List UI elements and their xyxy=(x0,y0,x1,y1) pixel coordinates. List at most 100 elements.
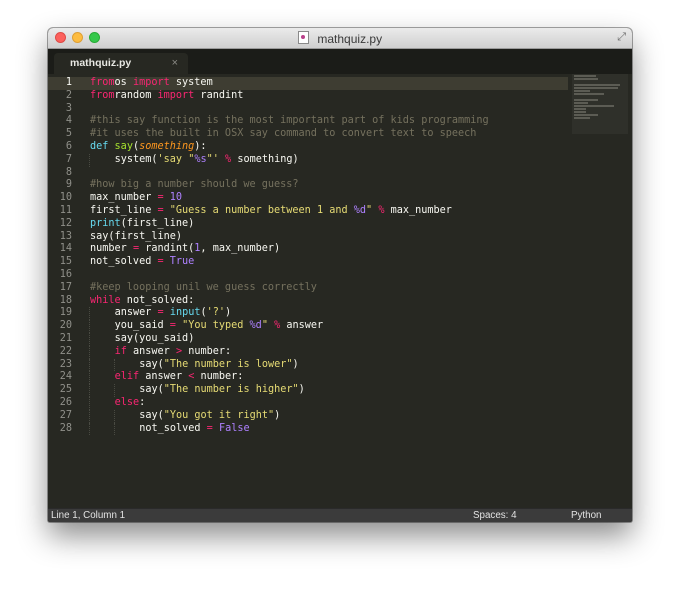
fullscreen-icon[interactable]: ⤢ xyxy=(617,31,626,44)
code-token: you_said xyxy=(114,320,170,332)
line-number: 18 xyxy=(59,294,72,306)
code-token: print xyxy=(90,217,121,229)
indent-guide xyxy=(89,422,90,436)
line-number: 2 xyxy=(65,89,72,101)
code-line[interactable]: else: xyxy=(89,396,566,410)
code-line[interactable]: say("The number is lower") xyxy=(89,358,566,372)
code-line[interactable]: max_number = 10 xyxy=(90,192,566,205)
indent-guide xyxy=(113,384,115,397)
code-line[interactable]: print(first_line) xyxy=(90,218,566,231)
code-token: say(first_line) xyxy=(90,230,183,242)
code-line[interactable]: if answer > number: xyxy=(89,345,566,359)
code-line[interactable]: elif answer < number: xyxy=(89,371,566,385)
tab-close-icon[interactable]: × xyxy=(172,53,178,74)
line-number: 25 xyxy=(59,384,72,396)
code-token: say( xyxy=(139,358,164,370)
code-line[interactable]: say("The number is higher") xyxy=(89,384,566,397)
line-number: 19 xyxy=(59,307,72,319)
line-number: 22 xyxy=(59,345,72,357)
code-token: say( xyxy=(139,384,164,396)
code-line[interactable] xyxy=(90,167,566,180)
code-token: answer xyxy=(280,320,324,332)
code-token: 10 xyxy=(169,192,183,204)
code-line[interactable]: you_said = "You typed %d" % answer xyxy=(89,320,566,333)
indent-guide xyxy=(89,396,90,410)
code-token: False xyxy=(218,422,250,434)
code-token: else xyxy=(114,396,140,408)
code-token: '?' xyxy=(206,307,226,319)
code-token: #keep looping unil we guess correctly xyxy=(90,281,317,293)
code-token: answer xyxy=(139,371,189,383)
indent-guide xyxy=(113,358,115,372)
code-token: "The number is higher" xyxy=(163,384,299,396)
code-token: True xyxy=(169,256,195,268)
indent-guide xyxy=(89,345,90,359)
code-area[interactable]: fromos import system fromrandom import ra… xyxy=(89,77,566,436)
code-line[interactable]: first_line = "Guess a number between 1 a… xyxy=(90,205,566,218)
minimap[interactable] xyxy=(572,74,628,134)
line-number: 27 xyxy=(59,409,72,421)
code-line[interactable]: def say(something): xyxy=(90,141,566,154)
code-line[interactable]: not_solved = False xyxy=(89,422,566,436)
line-number: 28 xyxy=(59,422,72,434)
window-title: mathquiz.py xyxy=(317,32,383,46)
window-title-group: mathquiz.py xyxy=(48,30,632,46)
line-number: 3 xyxy=(65,102,72,114)
line-number: 13 xyxy=(59,230,72,242)
line-number: 6 xyxy=(65,140,72,152)
code-line[interactable]: say(you_said) xyxy=(89,332,566,346)
line-number: 4 xyxy=(65,115,72,127)
code-line[interactable]: #this say function is the most important… xyxy=(90,115,566,128)
code-token: not_solved xyxy=(90,256,158,268)
code-token: #how big a number should we guess? xyxy=(90,179,299,191)
line-number: 11 xyxy=(59,204,72,216)
code-token: input xyxy=(169,307,201,319)
line-number: 16 xyxy=(59,268,72,280)
indent-guide xyxy=(89,409,90,423)
indentation-setting[interactable]: Spaces: 4 xyxy=(473,509,517,522)
code-line[interactable]: say(first_line) xyxy=(90,231,566,244)
tab-mathquiz[interactable]: mathquiz.py × xyxy=(54,53,188,74)
code-line[interactable]: while not_solved: xyxy=(90,295,566,308)
code-line[interactable]: #keep looping unil we guess correctly xyxy=(90,282,566,295)
code-token: randint xyxy=(194,89,244,101)
code-token: say( xyxy=(139,409,164,421)
code-line[interactable]: say("You got it right") xyxy=(89,409,566,423)
line-number: 23 xyxy=(59,358,72,370)
code-editor[interactable]: 1 2 3 4 5 6 7 8 9 10 11 12 13 14 15 16 17 18 19 20 21 22 23 24 2… xyxy=(48,74,632,508)
line-number: 1 xyxy=(65,77,72,88)
line-number: 7 xyxy=(65,153,72,165)
code-line[interactable]: #how big a number should we guess? xyxy=(90,179,566,192)
cursor-position[interactable]: Line 1, Column 1 xyxy=(51,509,125,522)
indent-guide xyxy=(113,409,115,423)
code-line[interactable]: #it uses the built in OSX say command to… xyxy=(90,128,566,141)
code-token: , max_number) xyxy=(200,243,281,255)
code-line[interactable] xyxy=(90,103,566,116)
code-line[interactable]: answer = input('?') xyxy=(89,307,566,321)
line-number: 26 xyxy=(59,396,72,408)
code-token: max_number xyxy=(90,192,158,204)
code-line[interactable]: number = randint(1, max_number) xyxy=(90,243,566,256)
code-line[interactable]: fromrandom import randint xyxy=(90,90,566,103)
code-token: "Guess a number between 1 and xyxy=(169,204,354,216)
code-token: if xyxy=(114,345,127,357)
line-number: 21 xyxy=(59,332,72,344)
code-token: #this say function is the most important… xyxy=(90,115,489,127)
syntax-mode[interactable]: Python xyxy=(571,509,602,522)
code-token: "You got it right" xyxy=(163,409,275,421)
code-token: number: xyxy=(182,345,232,357)
code-token: 'say " xyxy=(157,153,195,165)
line-number: 24 xyxy=(59,371,72,383)
code-token: from xyxy=(90,89,115,101)
code-token: randint( xyxy=(139,243,195,255)
tab-label: mathquiz.py xyxy=(70,57,132,69)
code-token: #it uses the built in OSX say command to… xyxy=(90,128,477,140)
code-line[interactable]: system('say "%s"' % something) xyxy=(89,153,566,167)
code-token: %d xyxy=(249,320,262,332)
code-line[interactable]: fromos import system xyxy=(90,77,566,90)
title-bar[interactable]: mathquiz.py ⤢ xyxy=(48,28,632,49)
code-line[interactable]: not_solved = True xyxy=(90,256,566,269)
code-token: "You typed xyxy=(182,320,250,332)
code-line[interactable] xyxy=(90,269,566,282)
code-token: ) xyxy=(225,307,232,319)
